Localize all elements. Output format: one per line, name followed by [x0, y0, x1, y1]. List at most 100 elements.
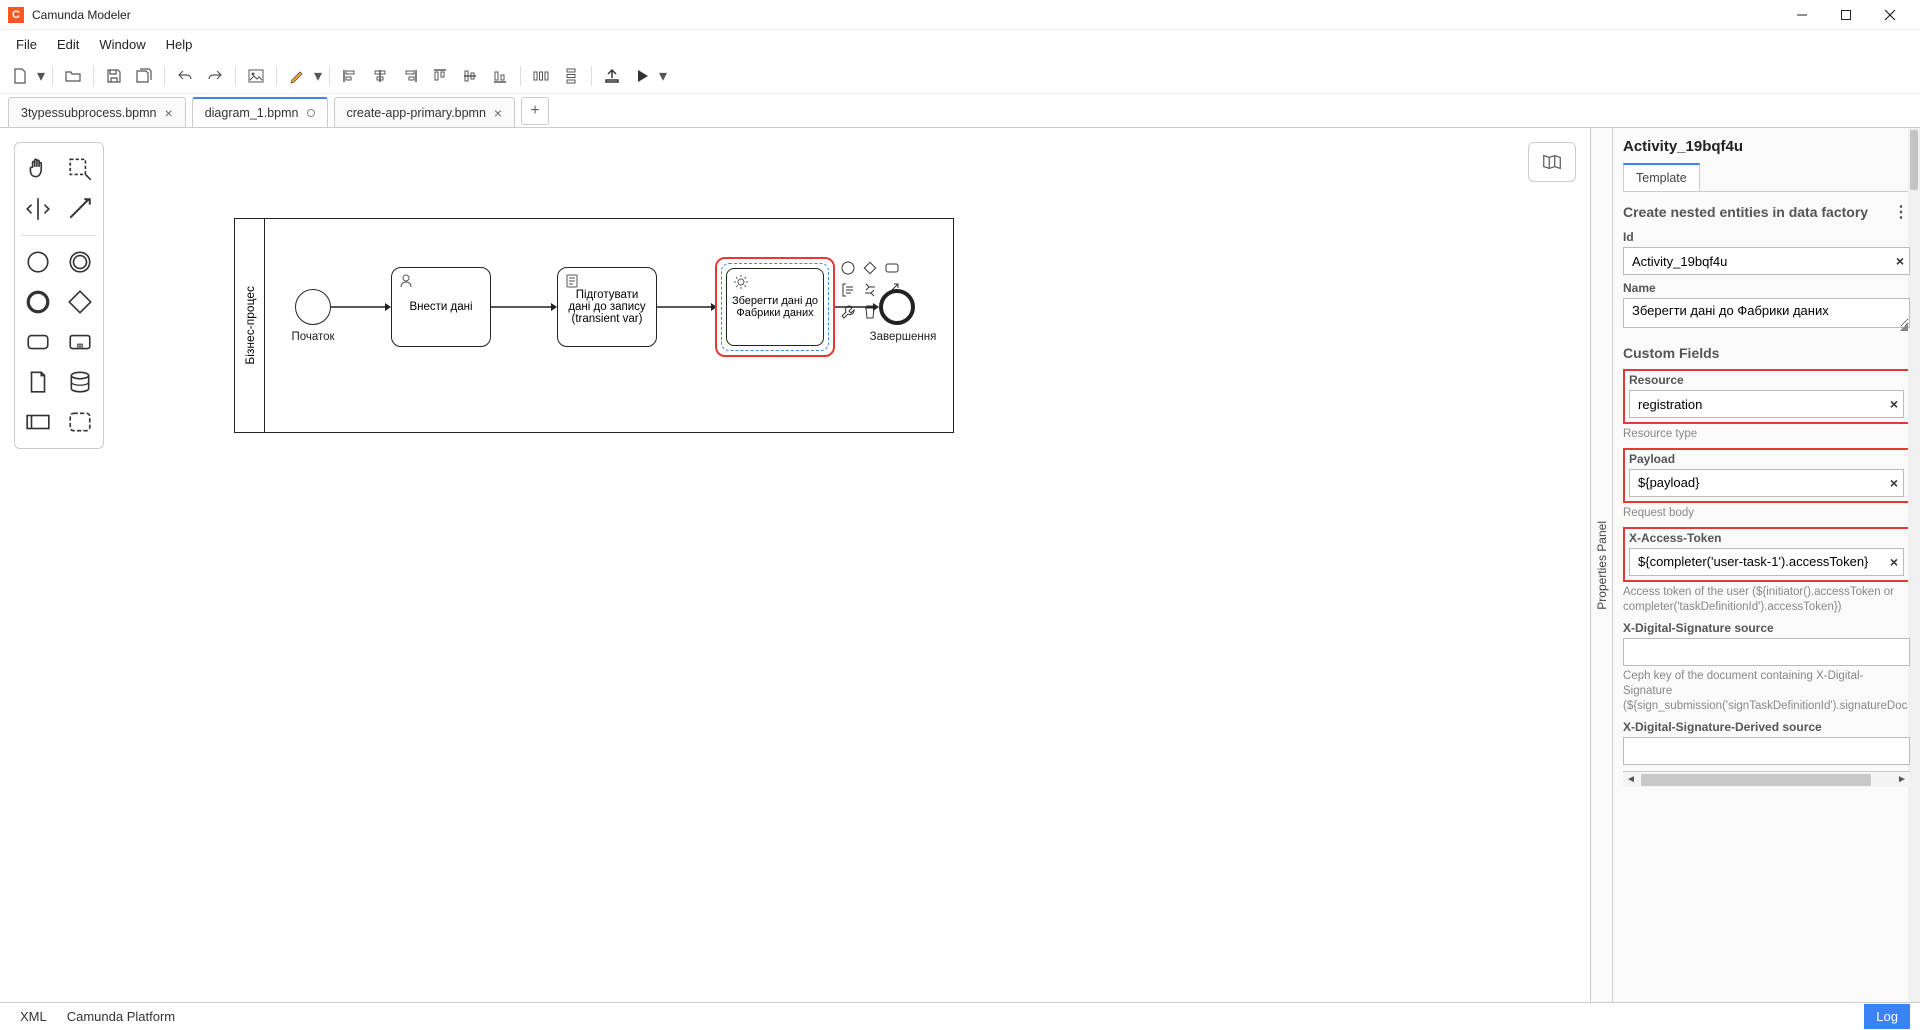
- distribute-v-button[interactable]: [557, 62, 585, 90]
- xdsd-input[interactable]: [1623, 737, 1910, 765]
- bpmn-pool[interactable]: Бізнес-процес Початок Внести дані Підго: [234, 218, 954, 433]
- xml-tab[interactable]: XML: [10, 1005, 57, 1028]
- menu-edit[interactable]: Edit: [47, 33, 89, 56]
- menu-file[interactable]: File: [6, 33, 47, 56]
- xdsd-label: X-Digital-Signature-Derived source: [1623, 720, 1910, 734]
- align-top-button[interactable]: [426, 62, 454, 90]
- statusbar: XML Camunda Platform Log: [0, 1002, 1920, 1030]
- data-store-tool[interactable]: [64, 366, 96, 398]
- sequence-flow[interactable]: [657, 301, 717, 313]
- end-event-tool[interactable]: [22, 286, 54, 318]
- sequence-flow[interactable]: [491, 301, 557, 313]
- task-label: Зберегти дані до Фабрики даних: [727, 295, 823, 319]
- open-file-button[interactable]: [59, 62, 87, 90]
- align-center-v-button[interactable]: [456, 62, 484, 90]
- tab-close-icon[interactable]: ×: [165, 105, 173, 121]
- sequence-flow[interactable]: [331, 301, 391, 313]
- user-task[interactable]: Внести дані: [391, 267, 491, 347]
- xds-input[interactable]: [1623, 638, 1910, 666]
- align-bottom-button[interactable]: [486, 62, 514, 90]
- resource-hint: Resource type: [1623, 427, 1910, 442]
- intermediate-event-tool[interactable]: [64, 246, 96, 278]
- clear-icon[interactable]: ×: [1890, 396, 1898, 412]
- gateway-tool[interactable]: [64, 286, 96, 318]
- clear-icon[interactable]: ×: [1890, 554, 1898, 570]
- subprocess-expanded-tool[interactable]: [64, 326, 96, 358]
- image-button[interactable]: [242, 62, 270, 90]
- clear-icon[interactable]: ×: [1890, 475, 1898, 491]
- task-label: Внести дані: [409, 301, 472, 313]
- platform-tab[interactable]: Camunda Platform: [57, 1005, 185, 1028]
- main-area: Бізнес-процес Початок Внести дані Підго: [0, 128, 1920, 1002]
- id-input[interactable]: [1623, 247, 1910, 275]
- payload-input[interactable]: [1629, 469, 1904, 497]
- tab-0[interactable]: 3typessubprocess.bpmn ×: [8, 97, 186, 127]
- group-tool[interactable]: [64, 406, 96, 438]
- horizontal-scrollbar[interactable]: ◄►: [1623, 771, 1910, 787]
- script-task[interactable]: Підготувати дані до запису (transient va…: [557, 267, 657, 347]
- clear-icon[interactable]: ×: [1896, 253, 1904, 269]
- canvas[interactable]: Бізнес-процес Початок Внести дані Підго: [104, 128, 1590, 1002]
- pad-append-gateway[interactable]: [861, 259, 879, 277]
- menu-window[interactable]: Window: [89, 33, 155, 56]
- minimize-button[interactable]: [1780, 0, 1824, 30]
- pad-change-type[interactable]: [861, 281, 879, 299]
- global-connect-tool[interactable]: [64, 193, 96, 225]
- color-button[interactable]: [283, 62, 311, 90]
- task-label: Підготувати дані до запису (transient va…: [564, 289, 650, 325]
- resize-handle[interactable]: [1900, 323, 1908, 331]
- service-task-selected[interactable]: Зберегти дані до Фабрики даних: [715, 257, 835, 357]
- sequence-flow[interactable]: [835, 301, 879, 313]
- distribute-h-button[interactable]: [527, 62, 555, 90]
- space-tool[interactable]: [22, 193, 54, 225]
- pad-append-task[interactable]: [883, 259, 901, 277]
- name-label: Name: [1623, 281, 1910, 295]
- new-file-dropdown[interactable]: ▾: [36, 66, 46, 86]
- task-tool[interactable]: [22, 326, 54, 358]
- properties-panel-toggle[interactable]: Properties Panel: [1591, 128, 1613, 1002]
- align-left-button[interactable]: [336, 62, 364, 90]
- log-button[interactable]: Log: [1864, 1004, 1910, 1029]
- resource-input[interactable]: [1629, 390, 1904, 418]
- bpmn-lane: Початок Внести дані Підготувати дані до …: [265, 219, 953, 432]
- token-input[interactable]: [1629, 548, 1904, 576]
- new-file-button[interactable]: [6, 62, 34, 90]
- payload-hint: Request body: [1623, 506, 1910, 521]
- pad-annotation[interactable]: [839, 281, 857, 299]
- tab-2[interactable]: create-app-primary.bpmn ×: [334, 97, 516, 127]
- new-tab-button[interactable]: +: [521, 97, 549, 125]
- undo-button[interactable]: [171, 62, 199, 90]
- deploy-button[interactable]: [598, 62, 626, 90]
- run-button[interactable]: [628, 62, 656, 90]
- lasso-tool[interactable]: [64, 153, 96, 185]
- id-label: Id: [1623, 230, 1910, 244]
- data-object-tool[interactable]: [22, 366, 54, 398]
- minimap-button[interactable]: [1528, 142, 1576, 182]
- tab-label: create-app-primary.bpmn: [347, 106, 486, 120]
- align-right-button[interactable]: [396, 62, 424, 90]
- hand-tool[interactable]: [22, 153, 54, 185]
- align-center-h-button[interactable]: [366, 62, 394, 90]
- run-dropdown[interactable]: ▾: [658, 66, 668, 86]
- menu-help[interactable]: Help: [156, 33, 203, 56]
- pool-label[interactable]: Бізнес-процес: [235, 219, 265, 432]
- end-event[interactable]: [879, 289, 915, 325]
- participant-tool[interactable]: [22, 406, 54, 438]
- tab-label: diagram_1.bpmn: [205, 106, 299, 120]
- tab-close-icon[interactable]: ×: [494, 105, 502, 121]
- save-button[interactable]: [100, 62, 128, 90]
- resource-group-highlight: Resource ×: [1623, 369, 1910, 424]
- name-input[interactable]: [1623, 298, 1910, 328]
- tab-1[interactable]: diagram_1.bpmn: [192, 97, 328, 127]
- save-all-button[interactable]: [130, 62, 158, 90]
- pad-append-event[interactable]: [839, 259, 857, 277]
- start-event[interactable]: [295, 289, 331, 325]
- properties-panel-container: Properties Panel Activity_19bqf4u Templa…: [1590, 128, 1920, 1002]
- tab-dirty-icon: [307, 109, 315, 117]
- redo-button[interactable]: [201, 62, 229, 90]
- start-event-tool[interactable]: [22, 246, 54, 278]
- panel-tab-template[interactable]: Template: [1623, 163, 1700, 191]
- maximize-button[interactable]: [1824, 0, 1868, 30]
- close-button[interactable]: [1868, 0, 1912, 30]
- color-dropdown[interactable]: ▾: [313, 66, 323, 86]
